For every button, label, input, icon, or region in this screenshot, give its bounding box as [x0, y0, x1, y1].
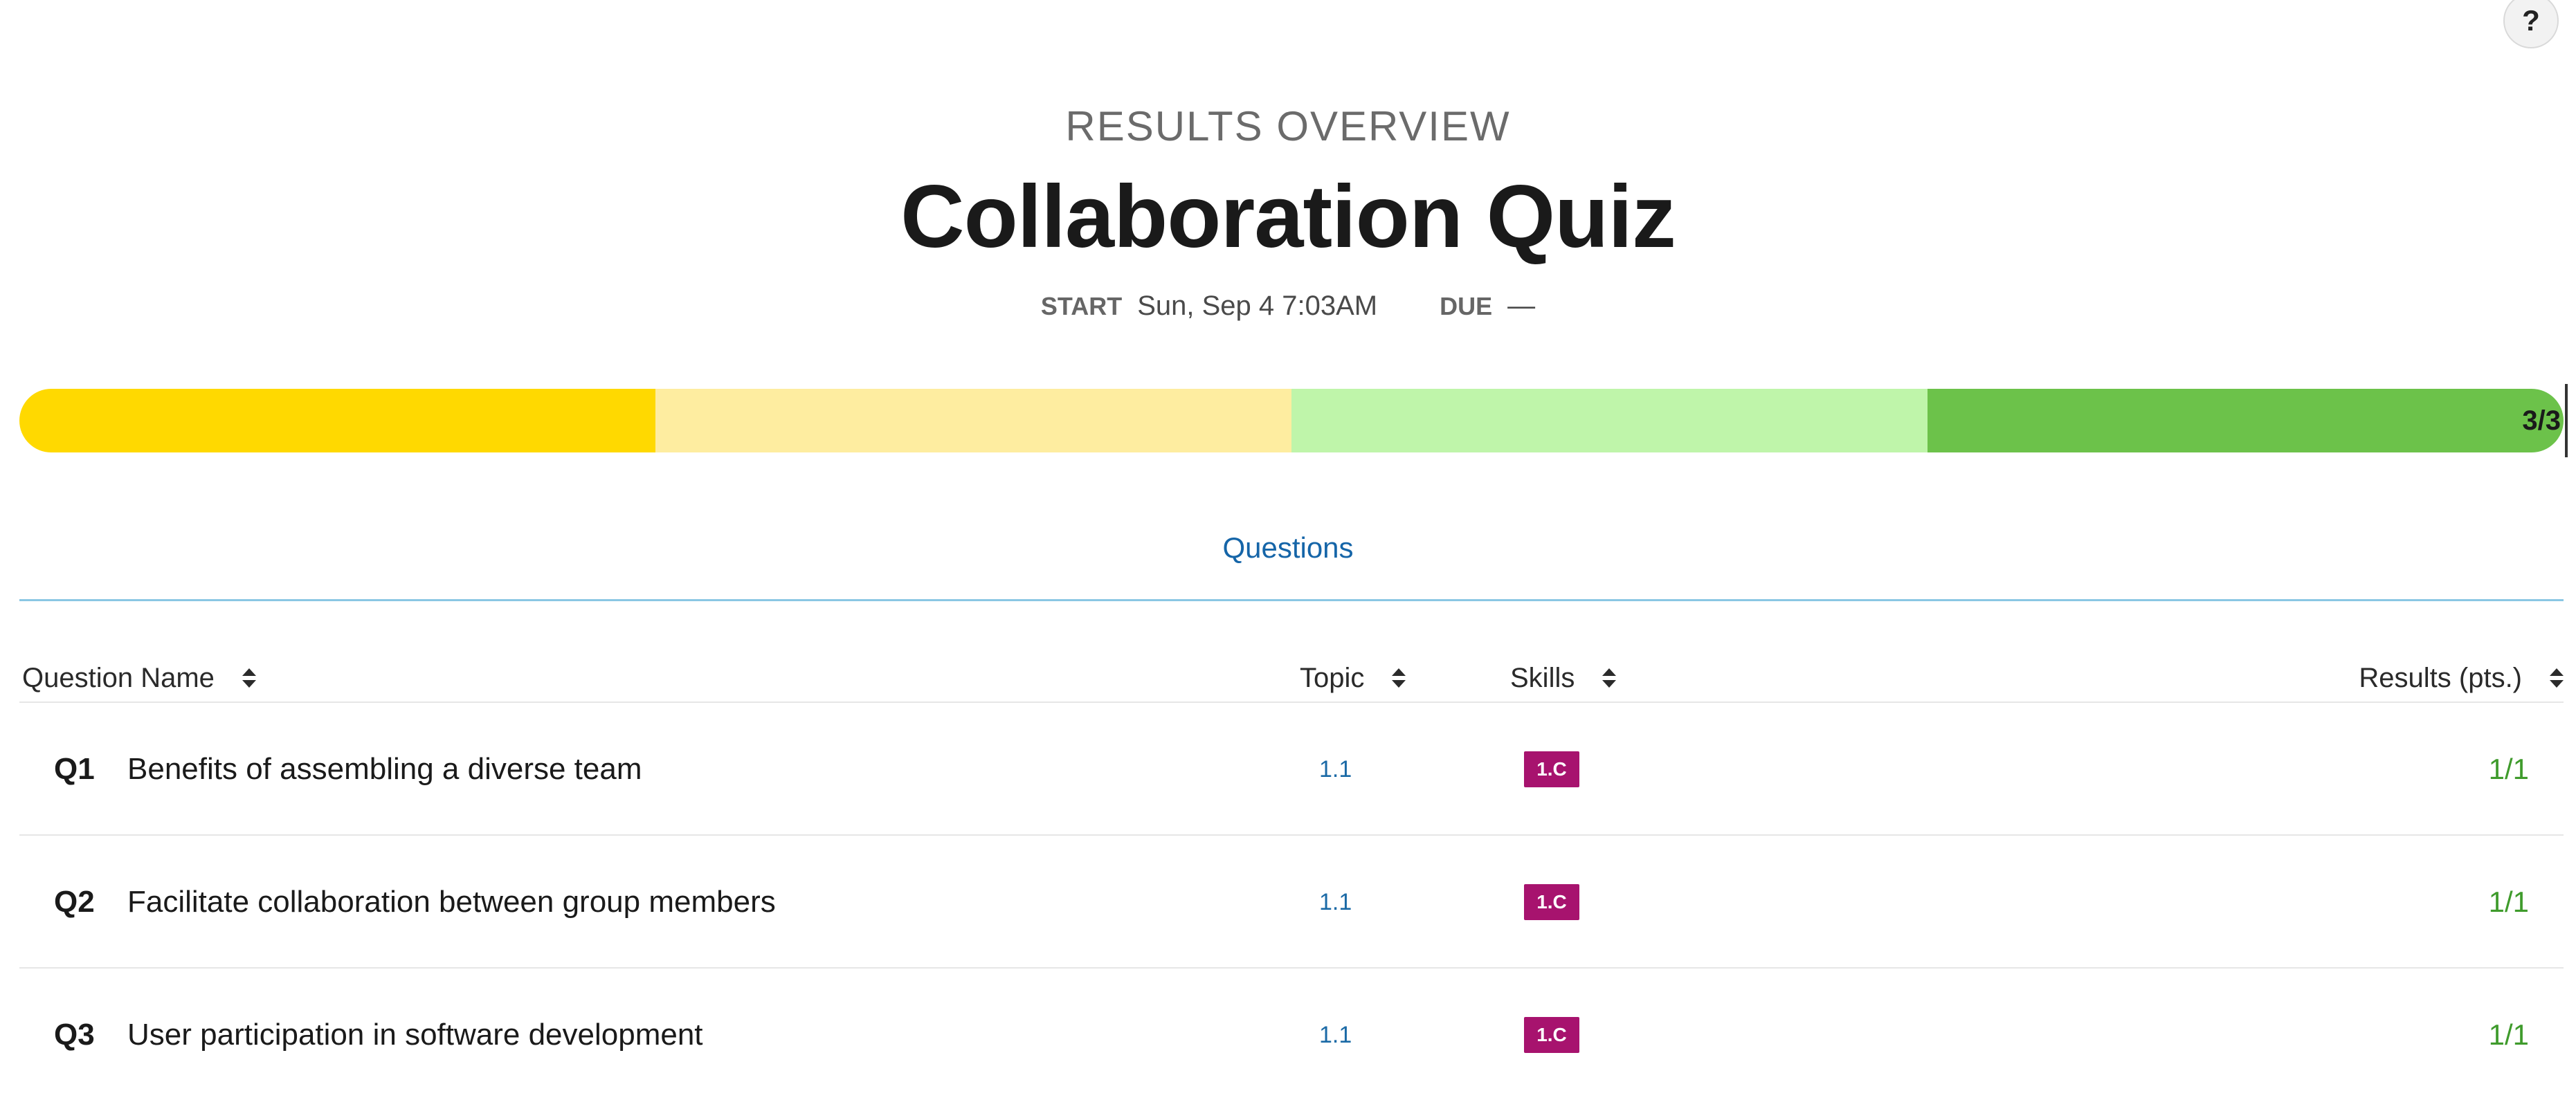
sort-icon[interactable] — [2550, 668, 2564, 688]
table-row[interactable]: Q3 User participation in software develo… — [19, 969, 2564, 1100]
question-number: Q1 — [54, 752, 95, 786]
sort-icon[interactable] — [242, 668, 256, 688]
table-row[interactable]: Q2 Facilitate collaboration between grou… — [19, 836, 2564, 969]
question-name[interactable]: User participation in software developme… — [127, 969, 703, 1100]
column-topic-label: Topic — [1300, 662, 1365, 693]
topic-link[interactable]: 1.1 — [1319, 836, 1352, 969]
progress-end-marker — [2565, 384, 2568, 457]
topic-link[interactable]: 1.1 — [1319, 703, 1352, 836]
question-number: Q3 — [54, 1018, 95, 1052]
column-question-name[interactable]: Question Name — [22, 656, 256, 700]
skill-badge-label: 1.C — [1524, 884, 1579, 920]
tab-underline — [19, 599, 2564, 601]
column-skills[interactable]: Skills — [1510, 656, 1617, 700]
quiz-dates: START Sun, Sep 4 7:03AM DUE — — [0, 291, 2576, 322]
sort-icon[interactable] — [1602, 668, 1617, 688]
skill-badge-label: 1.C — [1524, 751, 1579, 787]
score-progress-bar — [19, 389, 2564, 452]
results-overview-page: ? RESULTS OVERVIEW Collaboration Quiz ST… — [0, 0, 2576, 1100]
progress-segment-2 — [655, 389, 1291, 452]
help-icon: ? — [2522, 4, 2540, 37]
start-value: Sun, Sep 4 7:03AM — [1137, 291, 1378, 321]
skill-badge: 1.C — [1524, 836, 1579, 969]
topic-link[interactable]: 1.1 — [1319, 969, 1352, 1100]
column-results[interactable]: Results (pts.) — [2359, 656, 2564, 700]
column-results-label: Results (pts.) — [2359, 662, 2522, 693]
progress-segment-3 — [1291, 389, 1928, 452]
progress-segment-1 — [19, 389, 655, 452]
question-result: 1/1 — [2488, 1018, 2529, 1051]
page-eyebrow: RESULTS OVERVIEW — [1065, 103, 1511, 149]
score-label: 3/3 — [2522, 405, 2561, 436]
skill-badge: 1.C — [1524, 969, 1579, 1100]
table-header: Question Name Topic Skills Results (pts.… — [19, 656, 2564, 700]
table-row[interactable]: Q1 Benefits of assembling a diverse team… — [19, 703, 2564, 836]
skill-badge: 1.C — [1524, 703, 1579, 836]
due-label: DUE — [1440, 292, 1493, 320]
start-date: START Sun, Sep 4 7:03AM — [1041, 291, 1377, 322]
sort-icon[interactable] — [1392, 668, 1406, 688]
skill-badge-label: 1.C — [1524, 1017, 1579, 1053]
question-result: 1/1 — [2488, 886, 2529, 918]
due-value: — — [1507, 291, 1536, 321]
due-date: DUE — — [1440, 291, 1535, 322]
column-topic[interactable]: Topic — [1300, 656, 1406, 700]
page-title: Collaboration Quiz — [900, 167, 1676, 266]
tab-questions[interactable]: Questions — [0, 531, 2576, 565]
progress-segment-4 — [1928, 389, 2564, 452]
column-question-name-label: Question Name — [22, 662, 215, 693]
question-name[interactable]: Facilitate collaboration between group m… — [127, 836, 776, 969]
column-skills-label: Skills — [1510, 662, 1575, 693]
help-button[interactable]: ? — [2503, 0, 2559, 48]
start-label: START — [1040, 292, 1123, 320]
question-number: Q2 — [54, 885, 95, 919]
question-name[interactable]: Benefits of assembling a diverse team — [127, 703, 642, 836]
question-result: 1/1 — [2488, 753, 2529, 785]
